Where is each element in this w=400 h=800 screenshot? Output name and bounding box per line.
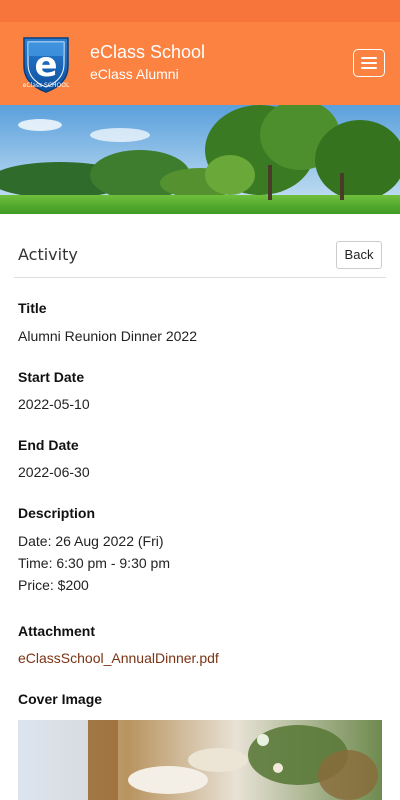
logo-ring-text: eClass SCHOOL	[23, 82, 70, 89]
description-label: Description	[18, 505, 96, 521]
description-value: Date: 26 Aug 2022 (Fri) Time: 6:30 pm - …	[18, 530, 170, 596]
description-line: Price: $200	[18, 577, 89, 593]
school-logo[interactable]: e eClass SCHOOL	[18, 32, 74, 94]
back-button[interactable]: Back	[336, 241, 382, 269]
page-title: Activity	[18, 245, 78, 264]
title-label: Title	[18, 300, 47, 316]
app-header: e eClass SCHOOL eClass School eClass Alu…	[0, 22, 400, 105]
logo-letter: e	[34, 45, 57, 85]
end-date-value: 2022-06-30	[18, 464, 90, 480]
cover-image-label: Cover Image	[18, 691, 103, 707]
hamburger-menu-icon[interactable]	[353, 49, 385, 77]
site-name: eClass Alumni	[90, 66, 179, 82]
attachment-link[interactable]: eClassSchool_AnnualDinner.pdf	[18, 650, 219, 666]
start-date-value: 2022-05-10	[18, 396, 90, 412]
title-value: Alumni Reunion Dinner 2022	[18, 328, 197, 344]
divider	[14, 277, 386, 278]
cover-image	[18, 720, 382, 800]
status-bar	[0, 0, 400, 22]
description-line: Time: 6:30 pm - 9:30 pm	[18, 555, 170, 571]
start-date-label: Start Date	[18, 369, 85, 385]
end-date-label: End Date	[18, 437, 79, 453]
school-name: eClass School	[90, 42, 206, 62]
description-line: Date: 26 Aug 2022 (Fri)	[18, 533, 164, 549]
banner-image	[0, 105, 400, 214]
attachment-label: Attachment	[18, 623, 96, 639]
